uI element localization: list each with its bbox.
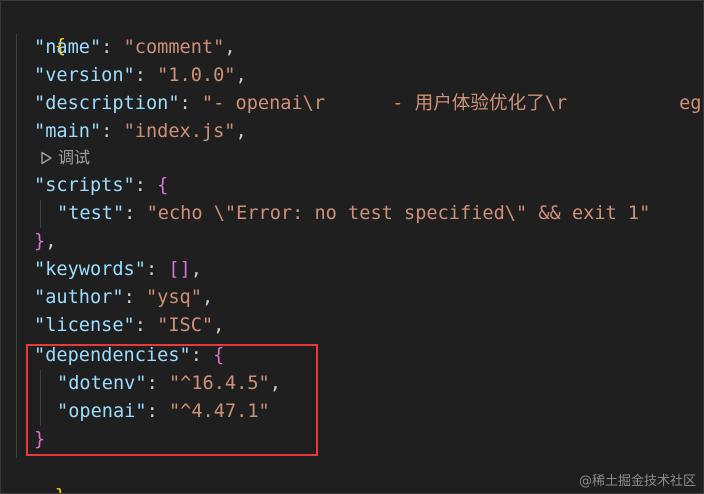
json-separator: : [146, 401, 169, 422]
json-value: "1.0.0" [157, 65, 236, 86]
json-value: "- openai\r - 用户体验优化了\r eg [201, 93, 702, 114]
json-value: "ISC" [157, 315, 214, 336]
root-close-brace: } [55, 486, 66, 494]
json-value: "^16.4.5" [168, 373, 270, 394]
json-comma: , [269, 373, 281, 394]
dependencies-open-brace: { [213, 345, 225, 366]
json-key: "scripts" [34, 175, 135, 196]
json-comma: , [190, 259, 202, 280]
json-key: "openai" [57, 401, 147, 422]
code-line-openai: "openai": "^4.47.1" [57, 398, 270, 426]
json-key: "license" [34, 315, 135, 336]
code-line-test: "test": "echo \"Error: no test specified… [57, 200, 650, 228]
code-line-scripts-close: }, [34, 228, 56, 256]
json-separator: : [124, 203, 147, 224]
debug-codelens[interactable]: 调试 [38, 145, 90, 171]
json-comma: , [201, 287, 214, 308]
json-key: "dependencies" [34, 345, 191, 366]
json-key: "test" [57, 203, 125, 224]
scripts-close-brace: } [34, 231, 46, 252]
code-line-close-brace: } [10, 455, 66, 494]
json-value: "^4.47.1" [168, 401, 270, 422]
code-line-description: "description": "- openai\r - 用户体验优化了\r e… [34, 90, 702, 118]
code-line-main: "main": "index.js", [34, 118, 247, 146]
code-line-scripts: "scripts": { [34, 172, 168, 200]
indent-guide-level1 [16, 34, 17, 458]
json-key: "description" [34, 93, 180, 114]
dependencies-close-brace: } [34, 429, 46, 450]
code-line-author: "author": "ysq", [34, 284, 213, 312]
json-key: "name" [34, 37, 102, 58]
json-separator: : [134, 315, 158, 336]
json-separator: : [145, 259, 169, 280]
code-line-name: "name": "comment", [34, 34, 236, 62]
json-separator: : [134, 175, 158, 196]
json-separator: : [179, 93, 202, 114]
json-value: "ysq" [145, 287, 202, 308]
json-separator: : [146, 373, 169, 394]
json-key: "main" [34, 121, 102, 142]
json-value: "index.js" [123, 121, 236, 142]
debug-codelens-label: 调试 [58, 148, 91, 167]
code-line-license: "license": "ISC", [34, 312, 224, 340]
json-comma: , [235, 121, 247, 142]
json-key: "version" [34, 65, 135, 86]
json-comma: , [213, 315, 225, 336]
json-comma: , [235, 65, 247, 86]
code-line-dotenv: "dotenv": "^16.4.5", [57, 370, 281, 398]
json-separator: : [134, 65, 158, 86]
watermark-text: @稀土掘金技术社区 [578, 474, 696, 489]
json-value: "echo \"Error: no test specified\" && ex… [146, 203, 651, 224]
code-line-version: "version": "1.0.0", [34, 62, 247, 90]
json-key: "dotenv" [57, 373, 147, 394]
code-line-dependencies: "dependencies": { [34, 342, 224, 370]
json-separator: : [101, 37, 124, 58]
json-separator: : [101, 121, 124, 142]
json-key: "author" [34, 287, 124, 308]
json-value-array: [] [168, 259, 191, 280]
json-comma: , [45, 231, 57, 252]
json-comma: , [224, 37, 236, 58]
code-line-keywords: "keywords": [], [34, 256, 202, 284]
json-separator: : [123, 287, 146, 308]
play-icon [38, 150, 54, 166]
code-line-dependencies-close: } [34, 426, 45, 454]
json-separator: : [190, 345, 214, 366]
indent-guide-scripts [40, 200, 41, 228]
json-key: "keywords" [34, 259, 146, 280]
indent-guide-dependencies [40, 370, 41, 426]
scripts-open-brace: { [157, 175, 169, 196]
code-editor[interactable]: { "name": "comment", "version": "1.0.0",… [0, 0, 704, 494]
json-value: "comment" [123, 37, 225, 58]
code-line-open-brace: { [10, 5, 66, 57]
